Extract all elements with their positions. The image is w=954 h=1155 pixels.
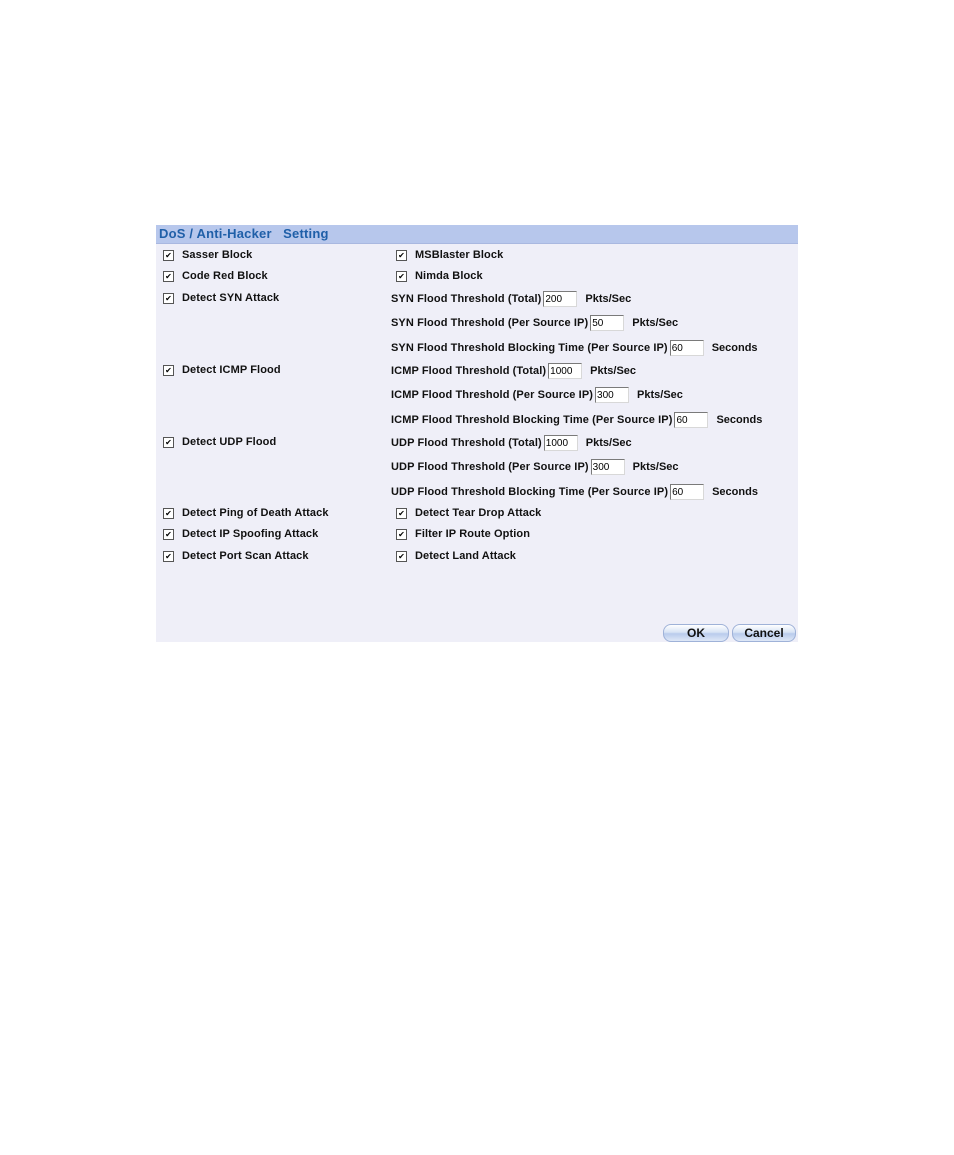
- threshold-label: UDP Flood Threshold Blocking Time (Per S…: [391, 486, 669, 498]
- option-code-red-block[interactable]: Code Red Block: [163, 267, 268, 285]
- option-label: Detect IP Spoofing Attack: [182, 528, 319, 540]
- option-label: Detect ICMP Flood: [182, 364, 281, 376]
- icmp-threshold-total-row: ICMP Flood Threshold (Total) Pkts/Sec: [391, 362, 636, 380]
- option-label: Detect Tear Drop Attack: [415, 507, 542, 519]
- syn-blocking-time-input[interactable]: [669, 340, 704, 356]
- checkbox-code-red-block[interactable]: [163, 270, 174, 282]
- checkbox-detect-tear-drop[interactable]: [396, 507, 407, 519]
- checkbox-detect-port-scan[interactable]: [163, 550, 174, 562]
- option-label: Code Red Block: [182, 270, 268, 282]
- syn-threshold-per-ip-input[interactable]: [590, 315, 625, 331]
- syn-threshold-total-row: SYN Flood Threshold (Total) Pkts/Sec: [391, 290, 631, 308]
- option-label: Detect Land Attack: [415, 550, 517, 562]
- option-label: Sasser Block: [182, 249, 253, 261]
- option-msblaster-block[interactable]: MSBlaster Block: [396, 246, 503, 264]
- checkbox-detect-land-attack[interactable]: [396, 550, 407, 562]
- threshold-unit: Pkts/Sec: [590, 365, 637, 377]
- option-label: Detect SYN Attack: [182, 292, 280, 304]
- threshold-label: UDP Flood Threshold (Total): [391, 437, 542, 449]
- udp-threshold-per-ip-row: UDP Flood Threshold (Per Source IP) Pkts…: [391, 458, 679, 476]
- option-detect-land-attack[interactable]: Detect Land Attack: [396, 547, 516, 565]
- cancel-button[interactable]: Cancel: [732, 624, 796, 642]
- option-nimda-block[interactable]: Nimda Block: [396, 267, 483, 285]
- udp-threshold-total-row: UDP Flood Threshold (Total) Pkts/Sec: [391, 434, 632, 452]
- panel-header: DoS / Anti-Hacker Setting: [156, 225, 798, 244]
- threshold-unit: Pkts/Sec: [632, 461, 679, 473]
- threshold-unit: Seconds: [711, 342, 758, 354]
- threshold-label: SYN Flood Threshold Blocking Time (Per S…: [391, 342, 668, 354]
- icmp-threshold-per-ip-input[interactable]: [595, 387, 630, 403]
- threshold-unit: Pkts/Sec: [632, 317, 679, 329]
- option-label: Detect Port Scan Attack: [182, 550, 309, 562]
- threshold-label: UDP Flood Threshold (Per Source IP): [391, 461, 589, 473]
- checkbox-nimda-block[interactable]: [396, 270, 407, 282]
- syn-threshold-per-ip-row: SYN Flood Threshold (Per Source IP) Pkts…: [391, 314, 678, 332]
- threshold-unit: Pkts/Sec: [585, 437, 632, 449]
- threshold-label: ICMP Flood Threshold Blocking Time (Per …: [391, 414, 673, 426]
- udp-threshold-total-input[interactable]: [543, 435, 578, 451]
- checkbox-detect-udp-flood[interactable]: [163, 436, 174, 448]
- option-detect-icmp-flood[interactable]: Detect ICMP Flood: [163, 361, 281, 379]
- udp-threshold-per-ip-input[interactable]: [590, 459, 625, 475]
- option-detect-ping-of-death[interactable]: Detect Ping of Death Attack: [163, 504, 329, 522]
- checkbox-msblaster-block[interactable]: [396, 249, 407, 261]
- syn-threshold-total-input[interactable]: [543, 291, 578, 307]
- icmp-threshold-per-ip-row: ICMP Flood Threshold (Per Source IP) Pkt…: [391, 386, 683, 404]
- panel-title: DoS / Anti-Hacker Setting: [159, 226, 329, 241]
- option-filter-ip-route[interactable]: Filter IP Route Option: [396, 525, 530, 543]
- checkbox-sasser-block[interactable]: [163, 249, 174, 261]
- icmp-blocking-time-row: ICMP Flood Threshold Blocking Time (Per …: [391, 411, 762, 429]
- option-detect-ip-spoofing[interactable]: Detect IP Spoofing Attack: [163, 525, 318, 543]
- threshold-unit: Pkts/Sec: [585, 293, 632, 305]
- threshold-label: ICMP Flood Threshold (Total): [391, 365, 547, 377]
- option-detect-udp-flood[interactable]: Detect UDP Flood: [163, 433, 276, 451]
- udp-blocking-time-row: UDP Flood Threshold Blocking Time (Per S…: [391, 483, 758, 501]
- ok-button[interactable]: OK: [663, 624, 729, 642]
- threshold-label: SYN Flood Threshold (Per Source IP): [391, 317, 589, 329]
- icmp-threshold-total-input[interactable]: [548, 363, 583, 379]
- threshold-label: SYN Flood Threshold (Total): [391, 293, 542, 305]
- threshold-unit: Seconds: [716, 414, 763, 426]
- option-label: Detect Ping of Death Attack: [182, 507, 329, 519]
- checkbox-filter-ip-route[interactable]: [396, 528, 407, 540]
- checkbox-detect-syn-attack[interactable]: [163, 292, 174, 304]
- option-label: Filter IP Route Option: [415, 528, 531, 540]
- checkbox-detect-ping-of-death[interactable]: [163, 507, 174, 519]
- udp-blocking-time-input[interactable]: [670, 484, 705, 500]
- threshold-unit: Seconds: [712, 486, 758, 498]
- threshold-unit: Pkts/Sec: [637, 389, 683, 401]
- threshold-label: ICMP Flood Threshold (Per Source IP): [391, 389, 594, 401]
- icmp-blocking-time-input[interactable]: [674, 412, 709, 428]
- option-label: Nimda Block: [415, 270, 483, 282]
- option-sasser-block[interactable]: Sasser Block: [163, 246, 252, 264]
- option-label: MSBlaster Block: [415, 249, 504, 261]
- checkbox-detect-icmp-flood[interactable]: [163, 364, 174, 376]
- option-detect-port-scan[interactable]: Detect Port Scan Attack: [163, 547, 309, 565]
- option-detect-syn-attack[interactable]: Detect SYN Attack: [163, 289, 279, 307]
- option-detect-tear-drop[interactable]: Detect Tear Drop Attack: [396, 504, 541, 522]
- option-label: Detect UDP Flood: [182, 436, 277, 448]
- dos-anti-hacker-panel: DoS / Anti-Hacker Setting Sasser Block C…: [156, 225, 798, 642]
- syn-blocking-time-row: SYN Flood Threshold Blocking Time (Per S…: [391, 339, 758, 357]
- checkbox-detect-ip-spoofing[interactable]: [163, 528, 174, 540]
